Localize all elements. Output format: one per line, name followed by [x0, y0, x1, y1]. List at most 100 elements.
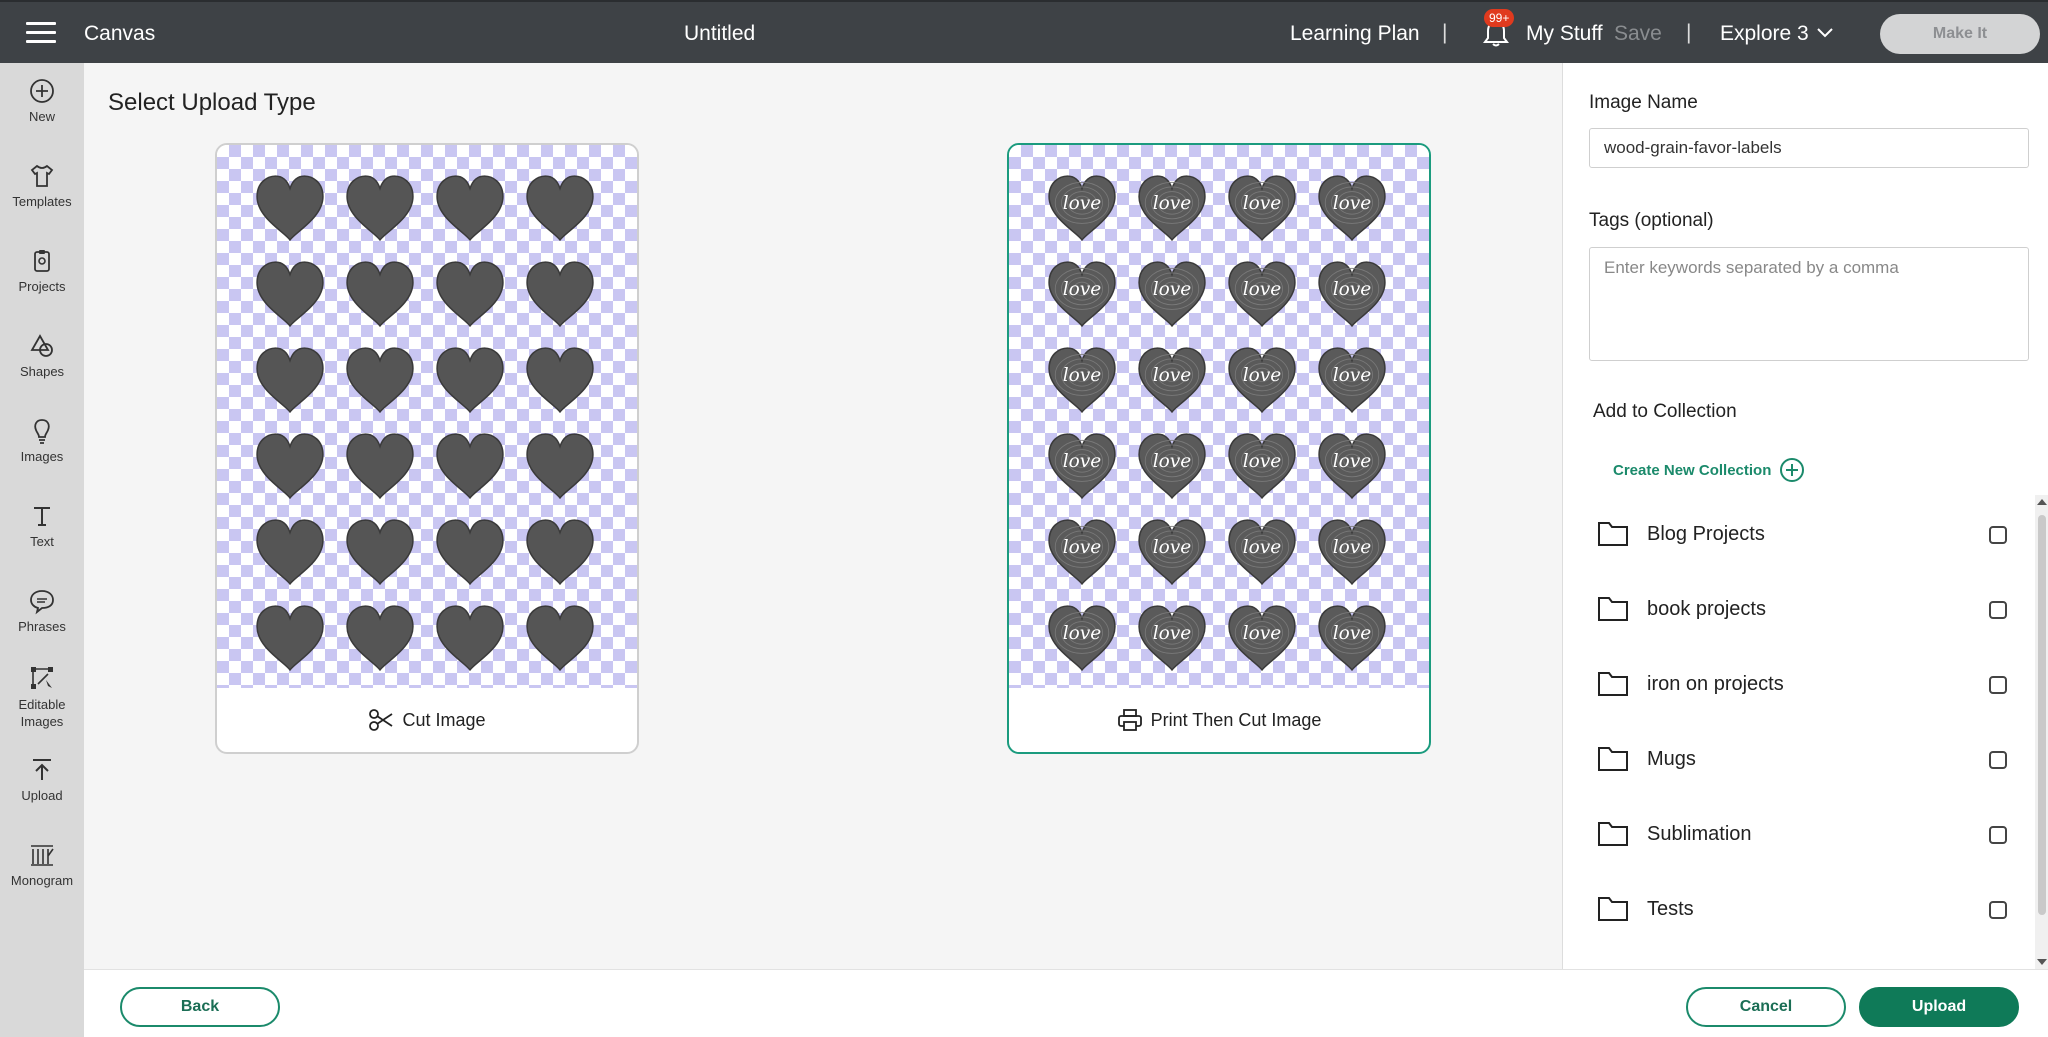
heart-shape: [425, 509, 515, 595]
sidebar-item-new[interactable]: New: [0, 77, 84, 124]
heart-icon: love: [1318, 605, 1386, 672]
collection-item[interactable]: Sublimation: [1563, 797, 2035, 872]
heart-shape: love: [1217, 251, 1307, 337]
menu-icon[interactable]: [26, 22, 56, 44]
heart-icon: love: [1318, 347, 1386, 414]
sidebar-item-projects[interactable]: Projects: [0, 247, 84, 294]
folder-icon: [1598, 522, 1628, 546]
print-then-cut-card[interactable]: love love love love love love love love love love…: [1007, 143, 1431, 754]
document-title[interactable]: Untitled: [684, 22, 755, 46]
upload-button[interactable]: Upload: [1859, 987, 2019, 1027]
cut-image-card[interactable]: Cut Image: [215, 143, 639, 754]
bulb-icon: [34, 419, 50, 444]
shapes-icon: [30, 334, 53, 357]
back-button[interactable]: Back: [120, 987, 280, 1027]
image-name-label: Image Name: [1589, 92, 1698, 113]
heart-icon: [526, 347, 594, 414]
folder-icon: [1598, 672, 1628, 696]
learning-plan-link[interactable]: Learning Plan: [1290, 22, 1420, 46]
save-button[interactable]: Save: [1614, 22, 1662, 46]
heart-text: love: [1243, 279, 1282, 300]
heart-text: love: [1333, 537, 1372, 558]
heart-icon: love: [1138, 433, 1206, 500]
heart-shape: [425, 595, 515, 681]
heart-shape: [245, 251, 335, 337]
heart-shape: love: [1127, 509, 1217, 595]
heart-icon: [256, 519, 324, 586]
heart-shape: love: [1217, 165, 1307, 251]
heart-shape: [425, 337, 515, 423]
heart-icon: [526, 605, 594, 672]
heart-icon: love: [1318, 519, 1386, 586]
collection-scrollbar[interactable]: [2035, 495, 2048, 969]
heart-icon: [256, 433, 324, 500]
heart-icon: [436, 175, 504, 242]
sidebar-item-label: Upload: [21, 788, 63, 803]
make-it-button[interactable]: Make It: [1880, 14, 2040, 54]
collection-item[interactable]: Mugs: [1563, 722, 2035, 797]
heart-icon: love: [1228, 433, 1296, 500]
vector-edit-icon: [31, 667, 53, 689]
sidebar-item-upload[interactable]: Upload: [0, 756, 84, 803]
scroll-down-icon[interactable]: [2037, 959, 2047, 965]
heart-icon: love: [1138, 605, 1206, 672]
heart-shape: love: [1037, 251, 1127, 337]
collection-checkbox[interactable]: [1989, 676, 2007, 694]
sidebar-item-templates[interactable]: Templates: [0, 162, 84, 209]
heart-text: love: [1333, 365, 1372, 386]
sidebar-item-text[interactable]: Text: [0, 502, 84, 549]
monogram-icon: [31, 845, 54, 866]
sidebar-item-label: Text: [30, 534, 54, 549]
cut-image-option: Cut Image: [217, 688, 637, 752]
collection-item[interactable]: Tests: [1563, 872, 2035, 947]
collection-checkbox[interactable]: [1989, 601, 2007, 619]
heart-shape: love: [1037, 423, 1127, 509]
sidebar-item-monogram[interactable]: Monogram: [0, 841, 84, 888]
heart-icon: love: [1048, 605, 1116, 672]
collection-item[interactable]: book projects: [1563, 572, 2035, 647]
heart-icon: [346, 347, 414, 414]
collection-item[interactable]: iron on projects: [1563, 647, 2035, 722]
collection-item[interactable]: Blog Projects: [1563, 497, 2035, 572]
sidebar-item-phrases[interactable]: Phrases: [0, 587, 84, 634]
scroll-up-icon[interactable]: [2037, 499, 2047, 505]
machine-selector[interactable]: Explore 3: [1720, 22, 1809, 46]
chevron-down-icon[interactable]: [1816, 24, 1834, 42]
tags-input[interactable]: [1589, 247, 2029, 361]
heart-shape: love: [1307, 251, 1397, 337]
image-name-input[interactable]: [1589, 128, 2029, 168]
heart-shape: love: [1037, 165, 1127, 251]
heart-icon: love: [1048, 175, 1116, 242]
heart-icon: [256, 347, 324, 414]
sidebar-item-editable-images[interactable]: Editable Images: [0, 664, 84, 730]
separator: |: [1686, 21, 1692, 44]
heart-icon: [526, 519, 594, 586]
heart-icon: [436, 433, 504, 500]
collection-checkbox[interactable]: [1989, 901, 2007, 919]
heart-icon: love: [1228, 175, 1296, 242]
heart-shape: love: [1037, 337, 1127, 423]
heart-shape: [515, 595, 605, 681]
details-panel: Image Name Tags (optional) Add to Collec…: [1562, 63, 2048, 969]
heart-icon: [346, 175, 414, 242]
collection-checkbox[interactable]: [1989, 751, 2007, 769]
cancel-button[interactable]: Cancel: [1686, 987, 1846, 1027]
heart-icon: [436, 519, 504, 586]
folder-icon: [1598, 897, 1628, 921]
collection-checkbox[interactable]: [1989, 826, 2007, 844]
collection-checkbox[interactable]: [1989, 526, 2007, 544]
heart-text: love: [1243, 623, 1282, 644]
heart-shape: love: [1127, 423, 1217, 509]
my-stuff-link[interactable]: My Stuff: [1526, 22, 1603, 46]
upload-arrow-icon: [33, 759, 51, 780]
cut-image-preview: [217, 145, 637, 688]
scrollbar-thumb[interactable]: [2038, 515, 2046, 915]
heart-text: love: [1243, 537, 1282, 558]
heart-grid: [245, 165, 605, 681]
heart-icon: [346, 261, 414, 328]
create-new-collection-button[interactable]: Create New Collection: [1613, 457, 1805, 483]
cut-image-label: Cut Image: [402, 709, 486, 730]
sidebar-item-shapes[interactable]: Shapes: [0, 332, 84, 379]
sidebar-item-images[interactable]: Images: [0, 417, 84, 464]
collection-item[interactable]: [1563, 947, 2035, 969]
